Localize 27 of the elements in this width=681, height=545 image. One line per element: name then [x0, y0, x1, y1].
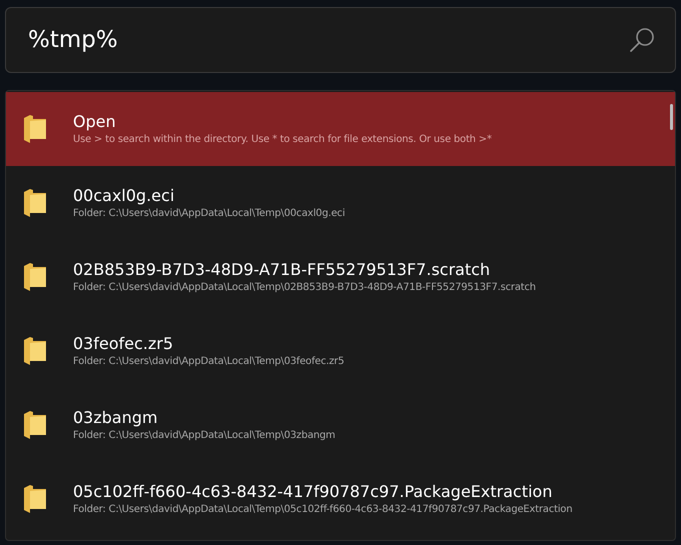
folder-icon	[24, 411, 46, 439]
result-subtitle: Use > to search within the directory. Use * to search for file extensions. Or use both >*	[73, 133, 492, 147]
result-subtitle: Folder: C:\Users\david\AppData\Local\Temp\03zbangm	[73, 429, 336, 443]
folder-icon	[24, 263, 46, 291]
result-title: Open	[73, 111, 117, 133]
result-title: 03zbangm	[73, 407, 159, 429]
result-subtitle: Folder: C:\Users\david\AppData\Local\Temp\00caxl0g.eci	[73, 207, 345, 221]
folder-icon	[24, 189, 46, 217]
result-title: 02B853B9-B7D3-48D9-A71B-FF55279513F7.scratch	[73, 259, 492, 281]
result-item[interactable]: 00caxl0g.eci Folder: C:\Users\david\AppData\Local\Temp\00caxl0g.eci	[6, 166, 675, 240]
result-title: 00caxl0g.eci	[73, 185, 176, 207]
scrollbar-thumb[interactable]	[670, 104, 673, 130]
result-subtitle: Folder: C:\Users\david\AppData\Local\Temp\02B853B9-B7D3-48D9-A71B-FF55279513F7.scratch	[73, 281, 536, 295]
folder-icon	[24, 485, 46, 513]
result-item[interactable]: Open Use > to search within the directory. Use * to search for file extensions. Or use both >*	[6, 92, 675, 166]
result-subtitle: Folder: C:\Users\david\AppData\Local\Temp\05c102ff-f660-4c63-8432-417f90787c97.PackageExtraction	[73, 503, 572, 517]
result-item[interactable]: 05c102ff-f660-4c63-8432-417f90787c97.PackageExtraction Folder: C:\Users\david\AppData\Local\Temp\05c102ff-f660-4c63-8432-417f90787c97.PackageExtraction	[6, 462, 675, 536]
result-title: 05c102ff-f660-4c63-8432-417f90787c97.PackageExtraction	[73, 481, 554, 503]
result-subtitle: Folder: C:\Users\david\AppData\Local\Temp\03feofec.zr5	[73, 355, 344, 369]
result-item[interactable]: 03feofec.zr5 Folder: C:\Users\david\AppData\Local\Temp\03feofec.zr5	[6, 314, 675, 388]
folder-icon	[24, 115, 46, 143]
result-title: 03feofec.zr5	[73, 333, 174, 355]
result-item[interactable]: 03zbangm Folder: C:\Users\david\AppData\Local\Temp\03zbangm	[6, 388, 675, 462]
search-icon	[628, 26, 656, 54]
search-field[interactable]: %tmp%	[5, 7, 676, 73]
folder-icon	[24, 337, 46, 365]
result-item[interactable]: 02B853B9-B7D3-48D9-A71B-FF55279513F7.scratch Folder: C:\Users\david\AppData\Local\Temp\02B853B9-B7D3-48D9-A71B-FF55279513F7.scratch	[6, 240, 675, 314]
